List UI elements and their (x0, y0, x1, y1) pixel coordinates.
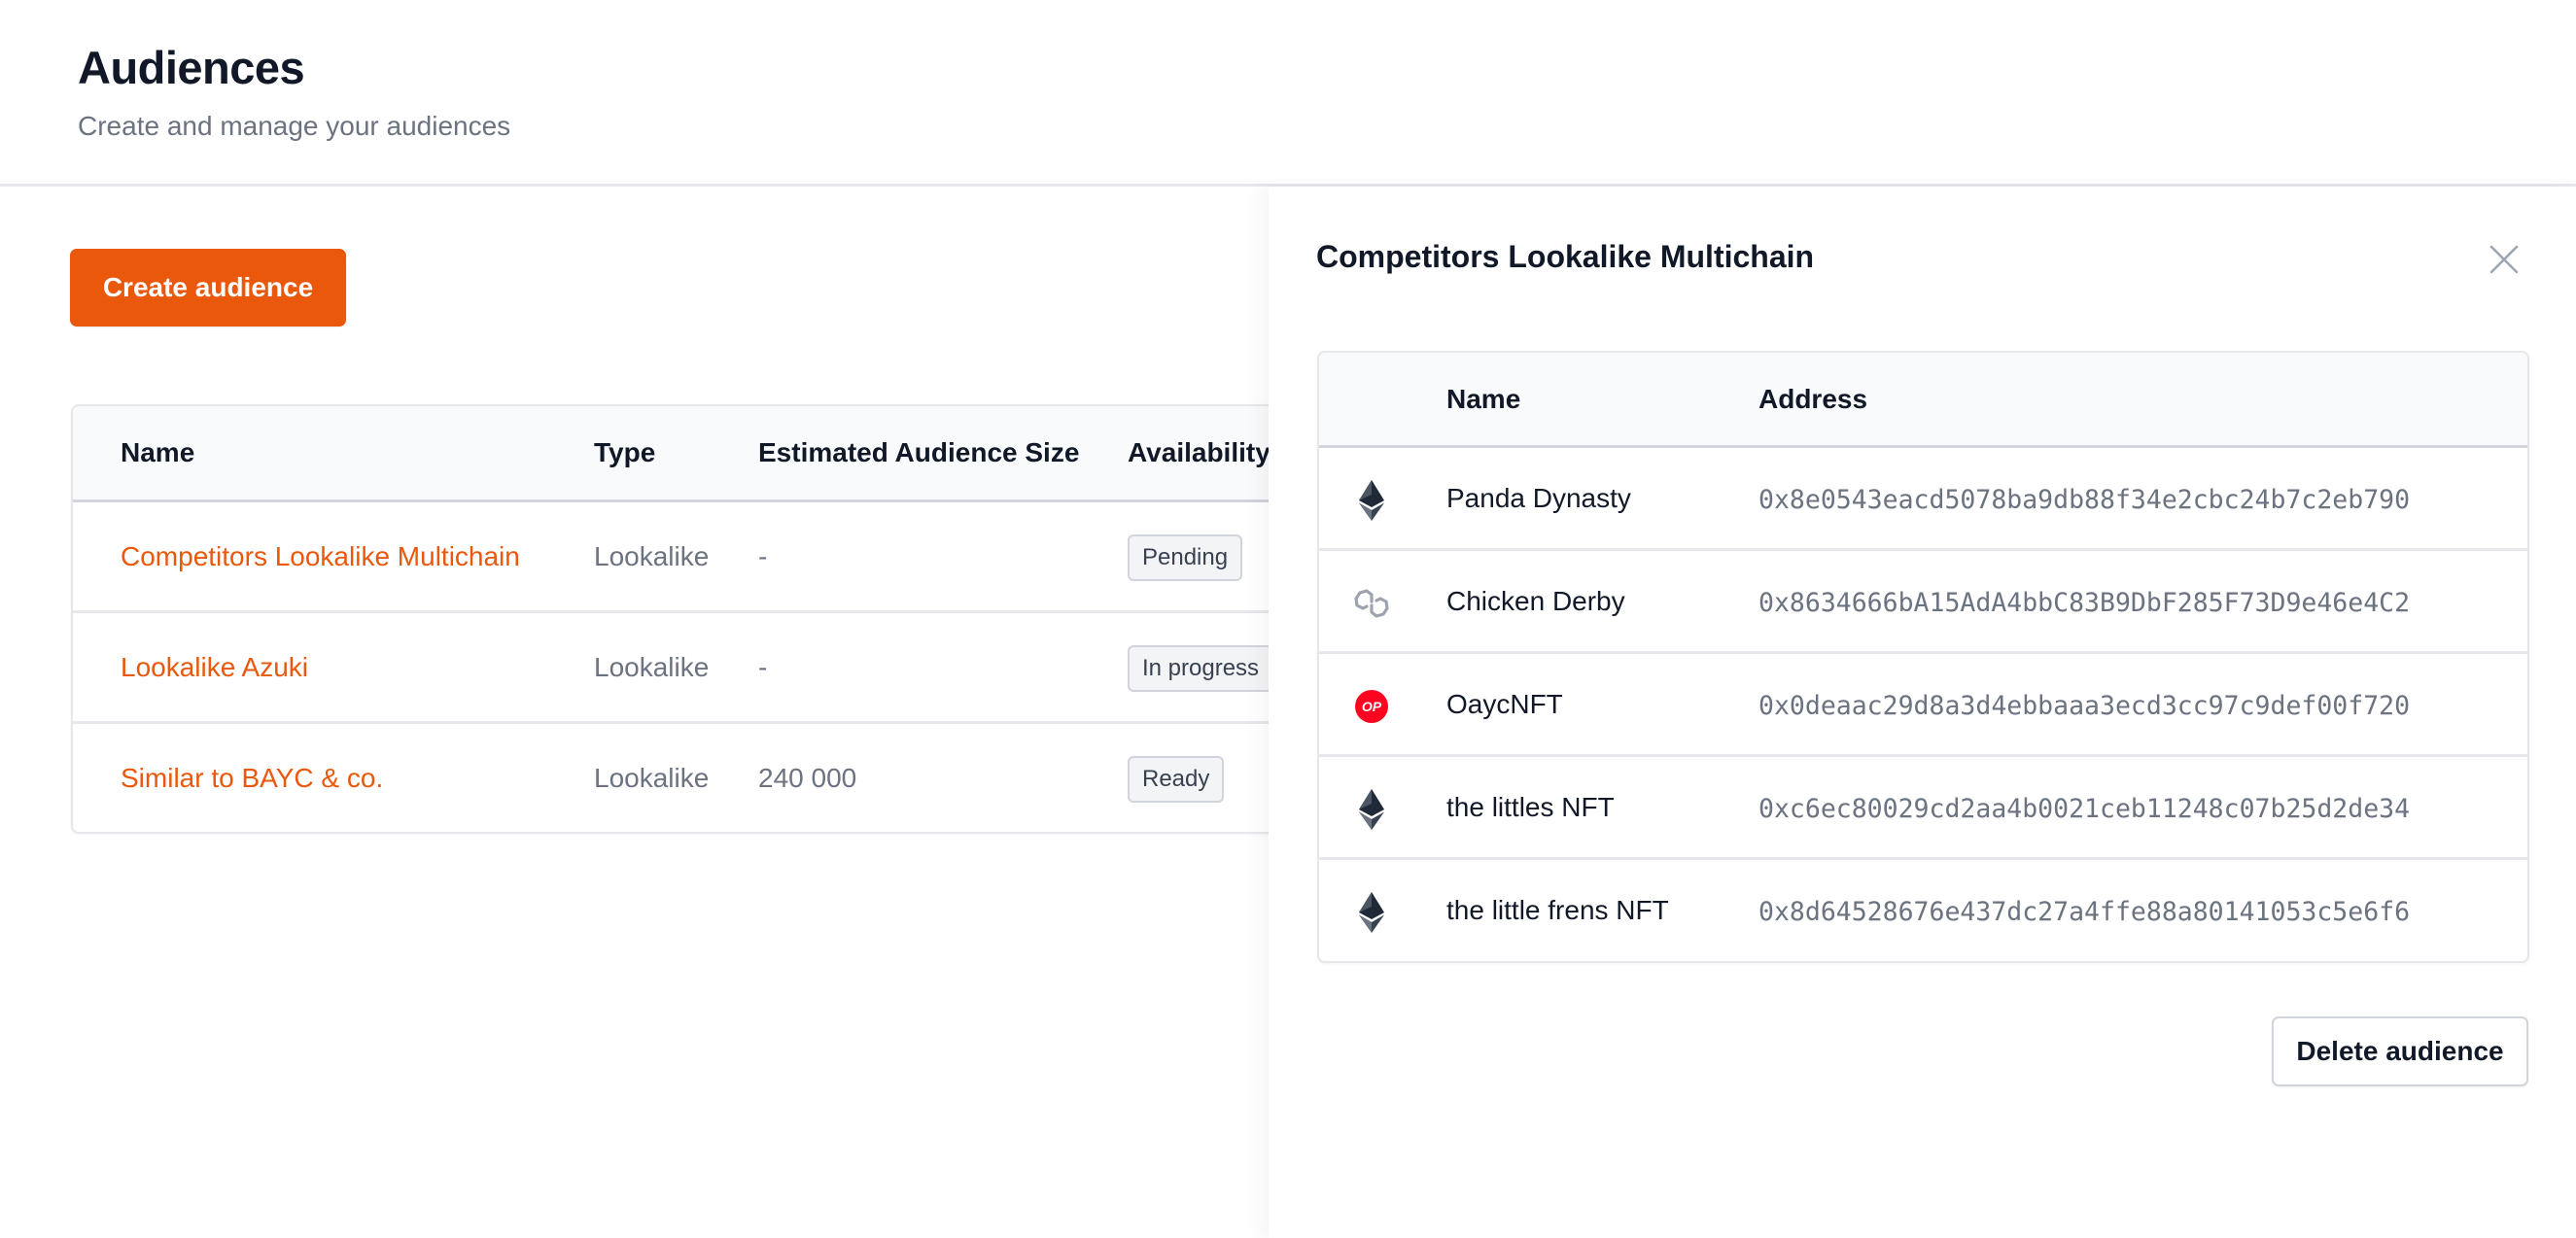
audience-name-link[interactable]: Competitors Lookalike Multichain (121, 541, 520, 572)
ethereum-icon (1354, 480, 1389, 521)
collections-table: Name Address Panda Dynasty 0x8e0543eacd5… (1317, 351, 2529, 963)
table-row[interactable]: Competitors Lookalike Multichain Lookali… (73, 502, 1352, 613)
column-header-estimated-size[interactable]: Estimated Audience Size (758, 437, 1079, 468)
table-row[interactable]: Lookalike Azuki Lookalike - In progress (73, 613, 1352, 724)
audience-name-link[interactable]: Similar to BAYC & co. (121, 763, 383, 794)
table-row: the littles NFT 0xc6ec80029cd2aa4b0021ce… (1319, 757, 2527, 860)
audience-type: Lookalike (594, 652, 710, 682)
table-header: Name Address (1319, 353, 2527, 448)
optimism-icon-label: OP (1362, 699, 1382, 714)
polygon-icon (1354, 584, 1389, 623)
collection-name: Chicken Derby (1446, 586, 1625, 616)
create-audience-button[interactable]: Create audience (70, 249, 346, 327)
collection-address: 0xc6ec80029cd2aa4b0021ceb11248c07b25d2de… (1758, 794, 2411, 824)
collection-name: Panda Dynasty (1446, 483, 1631, 513)
table-row: Chicken Derby 0x8634666bA15AdA4bbC83B9Db… (1319, 551, 2527, 654)
audience-detail-panel: Competitors Lookalike Multichain Name Ad… (1269, 187, 2576, 1238)
column-header-availability[interactable]: Availability (1128, 437, 1271, 468)
ethereum-icon (1354, 789, 1389, 830)
collection-address: 0x0deaac29d8a3d4ebbaaa3ecd3cc97c9def00f7… (1758, 691, 2411, 721)
delete-audience-button[interactable]: Delete audience (2272, 1016, 2528, 1086)
close-panel-button[interactable] (2488, 243, 2521, 276)
audience-size: - (758, 652, 768, 682)
close-icon (2489, 245, 2519, 274)
column-header-address: Address (1758, 384, 1868, 414)
page-title: Audiences (78, 42, 305, 93)
panel-title: Competitors Lookalike Multichain (1316, 239, 1815, 274)
collection-address: 0x8634666bA15AdA4bbC83B9DbF285F73D9e46e4… (1758, 588, 2411, 618)
audiences-table: Name Type Estimated Audience Size Availa… (71, 404, 1354, 834)
audience-type: Lookalike (594, 763, 710, 793)
audience-size: - (758, 541, 768, 571)
collection-name: OaycNFT (1446, 689, 1563, 719)
column-header-name: Name (1446, 384, 1521, 414)
page-subtitle: Create and manage your audiences (78, 111, 511, 141)
collection-name: the little frens NFT (1446, 895, 1669, 925)
collection-address: 0x8e0543eacd5078ba9db88f34e2cbc24b7c2eb7… (1758, 485, 2411, 515)
collection-name: the littles NFT (1446, 792, 1615, 822)
audience-name-link[interactable]: Lookalike Azuki (121, 652, 308, 683)
page-header: Audiences Create and manage your audienc… (0, 0, 2576, 187)
column-header-type[interactable]: Type (594, 437, 655, 468)
column-header-name[interactable]: Name (121, 437, 194, 468)
audience-type: Lookalike (594, 541, 710, 571)
ethereum-icon (1354, 892, 1389, 933)
audience-size: 240 000 (758, 763, 857, 793)
table-row: Panda Dynasty 0x8e0543eacd5078ba9db88f34… (1319, 448, 2527, 551)
table-row: OP OaycNFT 0x0deaac29d8a3d4ebbaaa3ecd3cc… (1319, 654, 2527, 757)
table-header: Name Type Estimated Audience Size Availa… (73, 406, 1352, 502)
status-badge: Ready (1128, 756, 1225, 803)
status-badge: Pending (1128, 534, 1243, 581)
optimism-icon: OP (1354, 687, 1389, 726)
table-row[interactable]: Similar to BAYC & co. Lookalike 240 000 … (73, 724, 1352, 832)
collection-address: 0x8d64528676e437dc27a4ffe88a80141053c5e6… (1758, 897, 2411, 927)
table-row: the little frens NFT 0x8d64528676e437dc2… (1319, 860, 2527, 961)
status-badge: In progress (1128, 645, 1274, 692)
